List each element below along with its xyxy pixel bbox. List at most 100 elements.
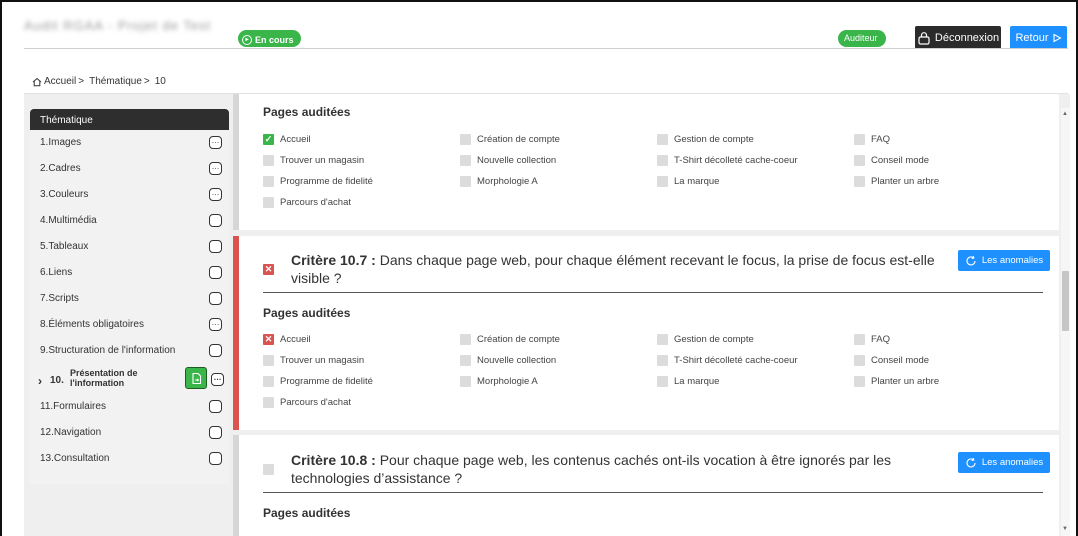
page-label: Création de compte: [477, 334, 560, 345]
page-checkbox[interactable]: Trouver un magasin: [263, 355, 364, 366]
page-label: T-Shirt décolleté cache-coeur: [674, 355, 798, 366]
page-label: Nouvelle collection: [477, 355, 557, 366]
empty-box-icon: [657, 134, 668, 145]
logout-button[interactable]: Déconnexion: [915, 26, 1001, 49]
sidebar-item-multimedia[interactable]: 4.Multimédia: [30, 208, 229, 234]
empty-status-icon: [209, 344, 222, 357]
empty-box-icon: [263, 355, 274, 366]
page-label: Nouvelle collection: [477, 155, 557, 166]
criteria-list: Pages auditées ✓ Accueil Création de comp…: [233, 94, 1059, 536]
page-label: Accueil: [280, 134, 311, 145]
scroll-up-icon[interactable]: ▲: [1062, 111, 1068, 117]
sidebar-item-consultation[interactable]: 13.Consultation: [30, 446, 229, 472]
criterion-id: Critère 10.8 :: [291, 452, 376, 468]
sidebar-item-navigation[interactable]: 12.Navigation: [30, 420, 229, 446]
criterion-title: Critère 10.8 : Pour chaque page web, les…: [291, 451, 951, 487]
page-checkbox[interactable]: Programme de fidelité: [263, 376, 373, 387]
page-checkbox[interactable]: Nouvelle collection: [460, 355, 556, 366]
sidebar-item-cadres[interactable]: 2.Cadres …: [30, 156, 229, 182]
sidebar-item-structuration[interactable]: 9.Structuration de l'information: [30, 338, 229, 364]
page-checkbox[interactable]: FAQ: [854, 334, 890, 345]
scrollbar-thumb[interactable]: [1062, 271, 1069, 331]
empty-status-icon: [209, 426, 222, 439]
sidebar-item-label: 1.Images: [40, 137, 82, 148]
page-checkbox[interactable]: La marque: [657, 376, 719, 387]
back-button[interactable]: Retour: [1010, 26, 1067, 49]
sidebar-item-formulaires[interactable]: 11.Formulaires: [30, 394, 229, 420]
page-checkbox[interactable]: Gestion de compte: [657, 334, 754, 345]
page-checkbox[interactable]: Création de compte: [460, 134, 560, 145]
page-checkbox[interactable]: Conseil mode: [854, 155, 929, 166]
header-divider: [24, 48, 1068, 49]
page-checkbox[interactable]: Conseil mode: [854, 355, 929, 366]
page-checkbox[interactable]: ✓ Accueil: [263, 134, 311, 145]
scroll-down-icon[interactable]: ▼: [1062, 526, 1068, 532]
play-arrow-icon: [1052, 33, 1062, 42]
page-checkbox[interactable]: ✕ Accueil: [263, 334, 311, 345]
progress-status-icon: …: [209, 162, 222, 175]
page-label: Accueil: [280, 334, 311, 345]
sidebar-item-presentation[interactable]: › 10. Présentation de l'information …: [30, 364, 229, 394]
page-label: Trouver un magasin: [280, 355, 365, 366]
page-checkbox[interactable]: Trouver un magasin: [263, 155, 364, 166]
page-checkbox[interactable]: Création de compte: [460, 334, 560, 345]
sidebar-item-liens[interactable]: 6.Liens: [30, 260, 229, 286]
page-label: Trouver un magasin: [280, 155, 365, 166]
page-checkbox[interactable]: T-Shirt décolleté cache-coeur: [657, 355, 798, 366]
anomalies-button[interactable]: Les anomalies: [958, 452, 1050, 473]
page-checkbox[interactable]: Morphologie A: [460, 176, 538, 187]
anomalies-button[interactable]: Les anomalies: [958, 250, 1050, 271]
vertical-scrollbar[interactable]: ▲ ▼: [1061, 108, 1070, 536]
page-label: Programme de fidelité: [280, 376, 373, 387]
criterion-card-10-8: Critère 10.8 : Pour chaque page web, les…: [233, 435, 1059, 536]
page-checkbox[interactable]: Gestion de compte: [657, 134, 754, 145]
play-icon: ▸: [242, 34, 252, 45]
sidebar-item-tableaux[interactable]: 5.Tableaux: [30, 234, 229, 260]
sidebar-item-label: 6.Liens: [40, 267, 73, 278]
empty-box-icon: [657, 155, 668, 166]
empty-status-icon: [209, 292, 222, 305]
page-checkbox[interactable]: Nouvelle collection: [460, 155, 556, 166]
page-label: Planter un arbre: [871, 376, 940, 387]
empty-box-icon: [854, 176, 865, 187]
page-checkbox[interactable]: La marque: [657, 176, 719, 187]
sidebar-item-label: 9.Structuration de l'information: [40, 345, 176, 356]
empty-box-icon: [657, 355, 668, 366]
pages-audited-label: Pages auditées: [263, 105, 351, 119]
empty-status-icon: [209, 400, 222, 413]
page-checkbox[interactable]: Parcours d'achat: [263, 397, 351, 408]
sidebar-item-label: 2.Cadres: [40, 163, 81, 174]
empty-box-icon: [460, 176, 471, 187]
page-checkbox[interactable]: T-Shirt décolleté cache-coeur: [657, 155, 798, 166]
export-document-button[interactable]: [185, 367, 207, 389]
cross-icon: ✕: [263, 334, 274, 345]
progress-status-icon: …: [209, 136, 222, 149]
page-checkbox[interactable]: Programme de fidelité: [263, 176, 373, 187]
sidebar-item-elements-obligatoires[interactable]: 8.Éléments obligatoires…: [30, 312, 229, 338]
page-label: Gestion de compte: [674, 334, 754, 345]
status-label: En cours: [255, 34, 294, 45]
page-checkbox[interactable]: Morphologie A: [460, 376, 538, 387]
empty-status-icon: [209, 214, 222, 227]
sidebar-item-label: Présentation de l'information: [70, 368, 138, 388]
breadcrumb-separator: >: [78, 76, 85, 87]
role-badge: Auditeur: [838, 30, 886, 47]
empty-box-icon: [657, 176, 668, 187]
empty-box-icon: [657, 334, 668, 345]
sidebar-item-scripts[interactable]: 7.Scripts: [30, 286, 229, 312]
sidebar-item-images[interactable]: 1.Images …: [30, 130, 229, 156]
criterion-divider: [263, 292, 1043, 293]
anomalies-label: Les anomalies: [981, 457, 1044, 468]
progress-status-icon: …: [211, 373, 224, 386]
page-checkbox[interactable]: Planter un arbre: [854, 176, 939, 187]
page-checkbox[interactable]: FAQ: [854, 134, 890, 145]
page-checkbox[interactable]: Planter un arbre: [854, 376, 939, 387]
breadcrumb-theme[interactable]: Thématique: [89, 76, 142, 87]
refresh-icon: [966, 255, 976, 265]
breadcrumb-home[interactable]: Accueil: [44, 76, 76, 87]
empty-box-icon: [657, 376, 668, 387]
empty-box-icon: [263, 197, 274, 208]
page-checkbox[interactable]: Parcours d'achat: [263, 197, 351, 208]
sidebar-item-label: 3.Couleurs: [40, 189, 89, 200]
sidebar-item-couleurs[interactable]: 3.Couleurs…: [30, 182, 229, 208]
